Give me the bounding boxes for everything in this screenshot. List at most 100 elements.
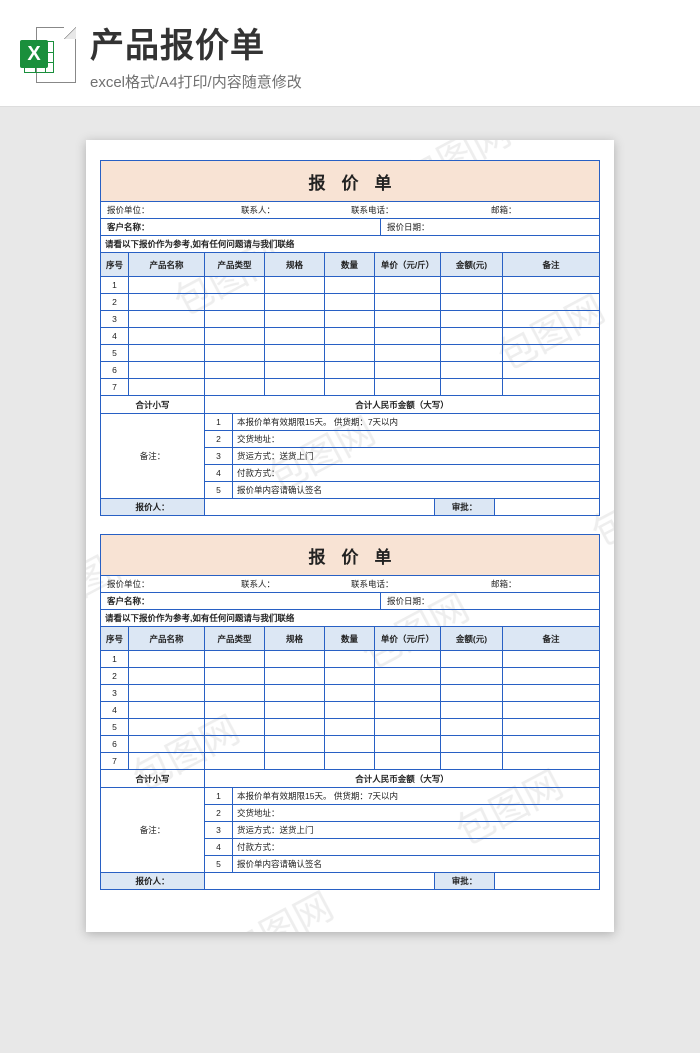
seq-cell: 1 — [101, 277, 129, 293]
table-header: 序号 产品名称 产品类型 规格 数量 单价（元/斤） 金额(元) 备注 — [101, 253, 599, 277]
data-cell — [503, 311, 599, 327]
col-spec: 规格 — [265, 627, 325, 650]
remark-text: 交货地址： — [233, 805, 599, 821]
data-cell — [441, 328, 503, 344]
remark-text: 货运方式：送货上门 — [233, 822, 599, 838]
remark-seq: 4 — [205, 839, 233, 855]
data-cell — [441, 702, 503, 718]
seq-cell: 3 — [101, 311, 129, 327]
data-cell — [325, 753, 375, 769]
col-amount: 金额(元) — [441, 253, 503, 276]
data-cell — [205, 277, 265, 293]
remark-text: 交货地址： — [233, 431, 599, 447]
data-cell — [129, 719, 205, 735]
remarks-label: 备注： — [101, 788, 205, 872]
contact-label: 联系人： — [235, 202, 345, 218]
data-cell — [205, 311, 265, 327]
data-cell — [503, 328, 599, 344]
col-type: 产品类型 — [205, 627, 265, 650]
data-cell — [441, 651, 503, 667]
remark-text: 报价单内容请确认签名 — [233, 482, 599, 498]
seq-cell: 2 — [101, 668, 129, 684]
quotation-form-1: 报价单 报价单位： 联系人： 联系电话： 邮箱： 客户名称： 报价日期： 请看以… — [100, 160, 600, 516]
table-row: 4 — [101, 702, 599, 719]
data-cell — [129, 345, 205, 361]
remarks-block: 备注： 1本报价单有效期限15天。 供货期：7天以内 2交货地址： 3货运方式：… — [101, 414, 599, 499]
col-qty: 数量 — [325, 253, 375, 276]
data-cell — [129, 379, 205, 395]
sum-small-label: 合计小写 — [101, 396, 205, 413]
table-row: 3 — [101, 685, 599, 702]
data-cell — [129, 277, 205, 293]
data-cell — [325, 668, 375, 684]
data-cell — [129, 362, 205, 378]
data-cell — [325, 702, 375, 718]
data-cell — [325, 328, 375, 344]
sum-row: 合计小写 合计人民币金额（大写） — [101, 770, 599, 788]
data-cell — [375, 379, 441, 395]
data-cell — [441, 294, 503, 310]
data-cell — [205, 719, 265, 735]
data-cell — [265, 379, 325, 395]
table-row: 2 — [101, 294, 599, 311]
data-cell — [129, 702, 205, 718]
remark-seq: 1 — [205, 414, 233, 430]
email-label: 邮箱： — [485, 202, 599, 218]
seq-cell: 7 — [101, 753, 129, 769]
signature-row: 报价人： 审批： — [101, 499, 599, 515]
seq-cell: 1 — [101, 651, 129, 667]
remark-seq: 5 — [205, 482, 233, 498]
data-cell — [129, 736, 205, 752]
data-cell — [503, 277, 599, 293]
approver-value — [495, 873, 599, 889]
data-cell — [325, 294, 375, 310]
data-cell — [129, 753, 205, 769]
table-row: 6 — [101, 736, 599, 753]
seq-cell: 5 — [101, 345, 129, 361]
quoter-value — [205, 873, 435, 889]
table-row: 4 — [101, 328, 599, 345]
quoter-unit-label: 报价单位： — [101, 576, 235, 592]
data-cell — [129, 651, 205, 667]
data-cell — [265, 345, 325, 361]
col-spec: 规格 — [265, 253, 325, 276]
col-qty: 数量 — [325, 627, 375, 650]
notice-row: 请看以下报价作为参考,如有任何问题请与我们联络 — [101, 610, 599, 627]
table-row: 7 — [101, 753, 599, 770]
customer-row: 客户名称： 报价日期： — [101, 593, 599, 610]
quote-date-label: 报价日期： — [381, 593, 599, 609]
col-name: 产品名称 — [129, 253, 205, 276]
data-cell — [205, 668, 265, 684]
col-seq: 序号 — [101, 627, 129, 650]
customer-name-label: 客户名称： — [101, 593, 381, 609]
data-cell — [441, 753, 503, 769]
seq-cell: 7 — [101, 379, 129, 395]
col-type: 产品类型 — [205, 253, 265, 276]
remarks-label: 备注： — [101, 414, 205, 498]
data-cell — [205, 379, 265, 395]
col-name: 产品名称 — [129, 627, 205, 650]
remarks-block: 备注： 1本报价单有效期限15天。 供货期：7天以内 2交货地址： 3货运方式：… — [101, 788, 599, 873]
data-cell — [441, 379, 503, 395]
data-cell — [325, 311, 375, 327]
form-title: 报价单 — [101, 161, 599, 202]
table-row: 6 — [101, 362, 599, 379]
data-cell — [375, 362, 441, 378]
remark-text: 付款方式： — [233, 839, 599, 855]
data-cell — [325, 719, 375, 735]
data-cell — [503, 719, 599, 735]
data-cell — [129, 685, 205, 701]
data-cell — [265, 685, 325, 701]
data-cell — [375, 294, 441, 310]
data-cell — [325, 379, 375, 395]
data-cell — [503, 668, 599, 684]
data-cell — [205, 702, 265, 718]
data-cell — [265, 651, 325, 667]
data-cell — [375, 651, 441, 667]
form-title: 报价单 — [101, 535, 599, 576]
data-cell — [503, 362, 599, 378]
data-cell — [503, 702, 599, 718]
remark-text: 货运方式：送货上门 — [233, 448, 599, 464]
seq-cell: 3 — [101, 685, 129, 701]
data-cell — [325, 362, 375, 378]
